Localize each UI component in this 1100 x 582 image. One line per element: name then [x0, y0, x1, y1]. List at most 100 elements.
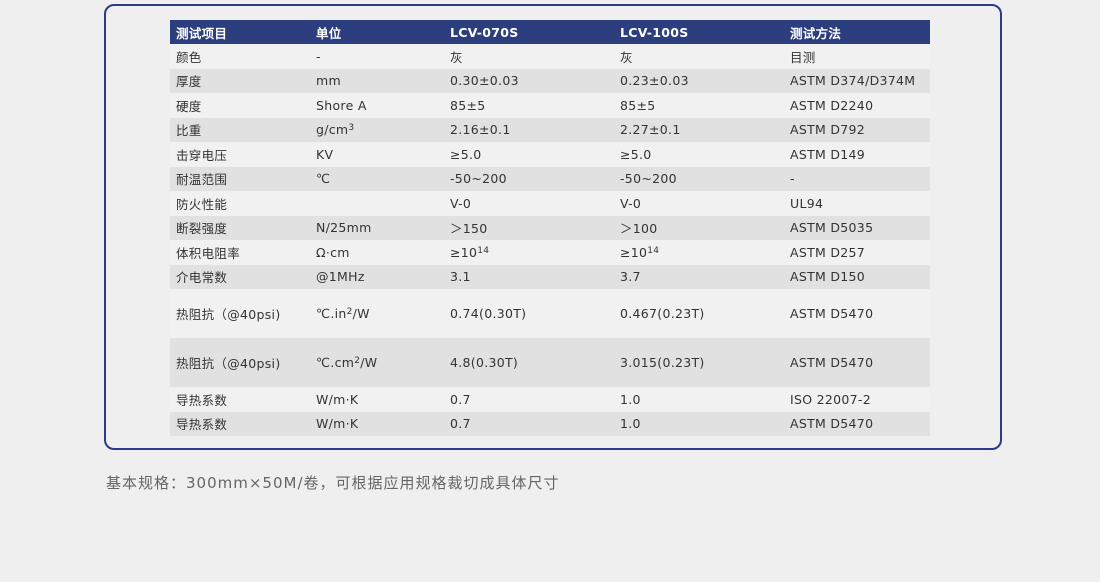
cell-item: 热阻抗（@40psi)	[170, 289, 310, 338]
table-row: 体积电阻率 Ω·cm ≥1014 ≥1014 ASTM D257	[170, 240, 930, 265]
cell-item: 断裂强度	[170, 215, 310, 240]
cell-lcv-100s: 1.0	[614, 411, 784, 436]
cell-item: 厚度	[170, 68, 310, 93]
cell-unit: Ω·cm	[310, 240, 444, 265]
table-row: 耐温范围 ℃ -50~200 -50~200 -	[170, 166, 930, 191]
unit-superscript: 3	[348, 123, 355, 134]
cell-lcv-070s: 0.7	[444, 411, 614, 436]
cell-item: 导热系数	[170, 387, 310, 412]
cell-item: 防火性能	[170, 191, 310, 216]
cell-method: ASTM D5035	[784, 215, 930, 240]
cell-lcv-100s: ＞100	[614, 215, 784, 240]
table-row: 导热系数 W/m·K 0.7 1.0 ASTM D5470	[170, 411, 930, 436]
cell-lcv-070s: ≥5.0	[444, 142, 614, 167]
cell-lcv-100s: 2.27±0.1	[614, 117, 784, 142]
cell-item: 导热系数	[170, 411, 310, 436]
table-row: 热阻抗（@40psi) ℃.cm2/W 4.8(0.30T) 3.015(0.2…	[170, 338, 930, 387]
cell-lcv-070s: 灰	[444, 44, 614, 69]
cell-lcv-100s: ≥5.0	[614, 142, 784, 167]
cell-unit: N/25mm	[310, 215, 444, 240]
cell-unit: mm	[310, 68, 444, 93]
cell-lcv-100s: 0.467(0.23T)	[614, 289, 784, 338]
spec-table: 测试项目 单位 LCV-070S LCV-100S 测试方法 颜色 - 灰 灰 …	[170, 20, 930, 436]
cell-method: ASTM D5470	[784, 411, 930, 436]
value-exponent: 14	[647, 245, 660, 256]
cell-lcv-070s: -50~200	[444, 166, 614, 191]
cell-unit: W/m·K	[310, 411, 444, 436]
cell-method: ASTM D150	[784, 264, 930, 289]
cell-method: ASTM D5470	[784, 289, 930, 338]
cell-unit	[310, 191, 444, 216]
table-header: 测试项目 单位 LCV-070S LCV-100S 测试方法	[170, 20, 930, 44]
cell-unit: ℃	[310, 166, 444, 191]
cell-lcv-100s: 3.015(0.23T)	[614, 338, 784, 387]
cell-lcv-070s: ＞150	[444, 215, 614, 240]
cell-lcv-070s: 2.16±0.1	[444, 117, 614, 142]
value-base: ≥10	[620, 244, 648, 260]
header-test-item: 测试项目	[170, 20, 310, 44]
cell-lcv-100s: 1.0	[614, 387, 784, 412]
cell-lcv-070s: V-0	[444, 191, 614, 216]
cell-item: 颜色	[170, 44, 310, 69]
header-lcv-100s: LCV-100S	[614, 20, 784, 44]
table-row: 介电常数 @1MHz 3.1 3.7 ASTM D150	[170, 264, 930, 289]
table-row: 颜色 - 灰 灰 目测	[170, 44, 930, 69]
cell-method: -	[784, 166, 930, 191]
cell-lcv-070s: 0.30±0.03	[444, 68, 614, 93]
value-exponent: 14	[477, 245, 490, 256]
cell-unit: KV	[310, 142, 444, 167]
table-row: 击穿电压 KV ≥5.0 ≥5.0 ASTM D149	[170, 142, 930, 167]
cell-unit: ℃.in2/W	[310, 289, 444, 338]
unit-base: ℃.in	[316, 306, 347, 321]
cell-lcv-070s: 4.8(0.30T)	[444, 338, 614, 387]
cell-unit: g/cm3	[310, 117, 444, 142]
unit-tail: /W	[352, 306, 370, 321]
unit-base: g/cm	[316, 122, 349, 138]
value-base: ≥10	[450, 244, 478, 260]
cell-item: 比重	[170, 117, 310, 142]
table-row: 厚度 mm 0.30±0.03 0.23±0.03 ASTM D374/D374…	[170, 68, 930, 93]
header-test-method: 测试方法	[784, 20, 930, 44]
cell-method: ASTM D257	[784, 240, 930, 265]
basic-spec-note: 基本规格：300mm×50M/卷，可根据应用规格裁切成具体尺寸	[106, 474, 560, 492]
table-row: 比重 g/cm3 2.16±0.1 2.27±0.1 ASTM D792	[170, 117, 930, 142]
cell-lcv-100s: V-0	[614, 191, 784, 216]
cell-lcv-070s: 0.74(0.30T)	[444, 289, 614, 338]
cell-lcv-070s: ≥1014	[444, 240, 614, 265]
table-row: 防火性能 V-0 V-0 UL94	[170, 191, 930, 216]
table-row: 热阻抗（@40psi) ℃.in2/W 0.74(0.30T) 0.467(0.…	[170, 289, 930, 338]
cell-item: 耐温范围	[170, 166, 310, 191]
table-body: 颜色 - 灰 灰 目测 厚度 mm 0.30±0.03 0.23±0.03 AS…	[170, 44, 930, 436]
cell-item: 硬度	[170, 93, 310, 118]
cell-item: 体积电阻率	[170, 240, 310, 265]
cell-lcv-070s: 3.1	[444, 264, 614, 289]
cell-lcv-070s: 85±5	[444, 93, 614, 118]
cell-method: ISO 22007-2	[784, 387, 930, 412]
cell-unit: Shore A	[310, 93, 444, 118]
table-row: 硬度 Shore A 85±5 85±5 ASTM D2240	[170, 93, 930, 118]
cell-unit: @1MHz	[310, 264, 444, 289]
cell-unit: -	[310, 44, 444, 69]
cell-lcv-100s: ≥1014	[614, 240, 784, 265]
cell-method: ASTM D5470	[784, 338, 930, 387]
cell-item: 击穿电压	[170, 142, 310, 167]
cell-method: ASTM D374/D374M	[784, 68, 930, 93]
header-lcv-070s: LCV-070S	[444, 20, 614, 44]
cell-unit: ℃.cm2/W	[310, 338, 444, 387]
cell-lcv-100s: 3.7	[614, 264, 784, 289]
cell-lcv-100s: 灰	[614, 44, 784, 69]
cell-method: ASTM D792	[784, 117, 930, 142]
header-unit: 单位	[310, 20, 444, 44]
unit-base: ℃.cm	[316, 355, 355, 370]
cell-lcv-070s: 0.7	[444, 387, 614, 412]
cell-lcv-100s: 0.23±0.03	[614, 68, 784, 93]
cell-unit: W/m·K	[310, 387, 444, 412]
unit-tail: /W	[360, 355, 378, 370]
cell-item: 介电常数	[170, 264, 310, 289]
cell-lcv-100s: 85±5	[614, 93, 784, 118]
table-row: 断裂强度 N/25mm ＞150 ＞100 ASTM D5035	[170, 215, 930, 240]
table-row: 导热系数 W/m·K 0.7 1.0 ISO 22007-2	[170, 387, 930, 412]
cell-method: 目测	[784, 44, 930, 69]
cell-method: UL94	[784, 191, 930, 216]
cell-method: ASTM D149	[784, 142, 930, 167]
